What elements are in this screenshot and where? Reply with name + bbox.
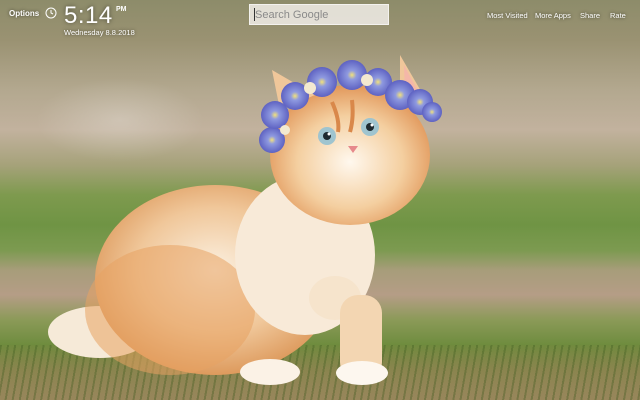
most-visited-link[interactable]: Most Visited: [487, 11, 528, 20]
share-link[interactable]: Share: [580, 11, 600, 20]
clock-time: 5:14: [64, 2, 113, 29]
rate-link[interactable]: Rate: [610, 11, 626, 20]
options-button[interactable]: Options: [9, 9, 39, 18]
clock-period: PM: [116, 6, 127, 13]
clock-date: Wednesday 8.8.2018: [64, 28, 135, 37]
more-apps-link[interactable]: More Apps: [535, 11, 571, 20]
text-caret: [254, 8, 255, 21]
search-input[interactable]: [249, 4, 389, 25]
clock-icon[interactable]: [45, 7, 57, 19]
kitten-photo: [48, 55, 442, 385]
